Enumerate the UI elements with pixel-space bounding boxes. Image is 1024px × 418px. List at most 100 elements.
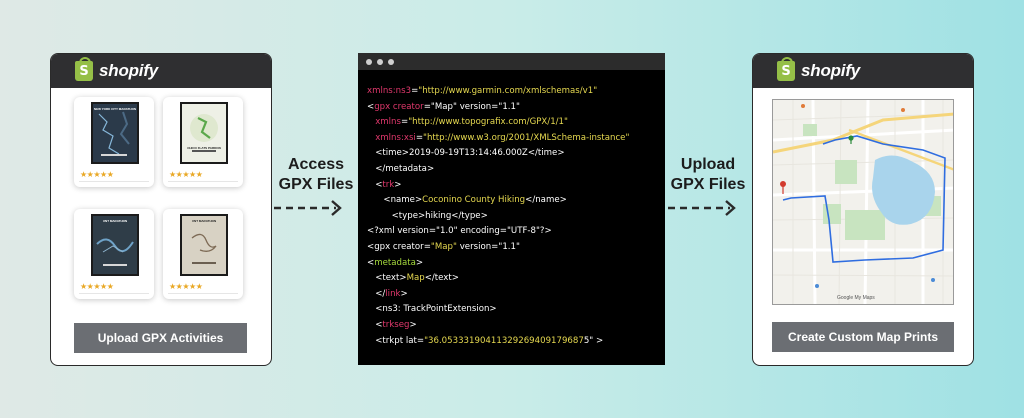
- code-line: <metadata>: [367, 256, 665, 272]
- code-line: <gpx creator="Map" version="1.1": [367, 240, 665, 256]
- code-line: xmlns="http://www.topografix.com/GPX/1/1…: [367, 115, 665, 131]
- window-dot-icon: [366, 58, 372, 65]
- code-token: <: [367, 319, 383, 330]
- code-token: "http://www.w3.org/2001/XMLSchema-instan…: [423, 132, 630, 143]
- code-token: 5" >: [583, 335, 604, 346]
- gpx-code-window: xmlns:ns3 = "http://www.garmin.com/xmlsche…: [358, 53, 665, 365]
- map-attribution: Google My Maps: [837, 295, 875, 301]
- poster-title: CHICO FLATS PARDON: [187, 146, 221, 150]
- code-line: <name>Coconino County Hiking</name>: [367, 193, 665, 209]
- divider: [168, 293, 238, 294]
- code-token: "36.05333190411329269409179687: [424, 335, 584, 346]
- poster-title: UNT MARATHON: [102, 219, 128, 223]
- code-token: gpx creator: [374, 101, 424, 112]
- code-token: <: [367, 179, 383, 190]
- code-token: </name>: [525, 195, 567, 206]
- code-line: <gpx creator="Map" version="1.1": [367, 100, 665, 116]
- code-line: <?xml version="1.0" encoding="UTF-8"?>: [367, 224, 665, 240]
- rating-stars: ★★★★★: [80, 282, 114, 291]
- code-line: <time>2019-09-19T13:14:46.000Z</time>: [367, 146, 665, 162]
- create-custom-map-prints-button[interactable]: Create Custom Map Prints: [772, 322, 954, 352]
- code-line: </link>: [367, 287, 665, 303]
- code-token: <?xml version="1.0" encoding="UTF-8"?>: [367, 226, 552, 237]
- poster-image: UNT MARATHON: [91, 214, 139, 276]
- code-token: >: [394, 179, 402, 190]
- card-header: S shopify: [51, 54, 271, 88]
- access-gpx-label: Access GPX Files: [266, 155, 366, 195]
- code-token: >: [400, 288, 408, 299]
- code-token: >: [415, 257, 424, 268]
- code-token: version="1.1": [456, 241, 520, 252]
- poster-title: UNT MARATHON: [191, 219, 217, 223]
- code-token: >: [409, 319, 417, 330]
- dashed-arrow-icon: [668, 200, 736, 216]
- code-token: <type>hiking</type>: [367, 210, 488, 221]
- code-token: metadata: [374, 257, 416, 268]
- code-line: xmlns:xsi="http://www.w3.org/2001/XMLSch…: [367, 131, 665, 147]
- rating-stars: ★★★★★: [169, 282, 203, 291]
- code-token: ="Map" version="1.1": [423, 101, 520, 112]
- window-titlebar: [358, 53, 665, 70]
- poster-image: NEW YORK CITY MARATHON: [91, 102, 139, 164]
- shopify-bag-icon: S: [777, 57, 795, 81]
- upload-gpx-activities-button[interactable]: Upload GPX Activities: [74, 323, 247, 353]
- shopify-wordmark: shopify: [801, 61, 861, 80]
- code-token: =: [415, 132, 424, 143]
- poster-image: CHICO FLATS PARDON: [180, 102, 228, 164]
- code-token: trkseg: [382, 319, 410, 330]
- divider: [168, 181, 238, 182]
- code-token: Coconino County Hiking: [422, 195, 526, 206]
- product-card[interactable]: UNT MARATHON ★★★★★: [74, 209, 154, 299]
- dashed-arrow-icon: [274, 200, 342, 216]
- rating-stars: ★★★★★: [80, 170, 114, 179]
- code-token: "http://www.topografix.com/GPX/1/1": [408, 117, 568, 128]
- arrow-label-line: GPX Files: [278, 176, 354, 193]
- rating-stars: ★★★★★: [169, 170, 203, 179]
- code-line: xmlns:ns3="http://www.garmin.com/xmlsche…: [367, 84, 665, 100]
- upload-gpx-label: Upload GPX Files: [658, 155, 758, 195]
- product-card[interactable]: CHICO FLATS PARDON ★★★★★: [163, 97, 243, 187]
- poster-image: UNT MARATHON: [180, 214, 228, 276]
- divider: [79, 181, 149, 182]
- code-token: "http://www.garmin.com/xmlschemas/v1": [418, 86, 598, 96]
- code-token: <gpx creator=: [367, 241, 431, 252]
- code-token: <name>: [367, 195, 423, 206]
- code-line: </metadata>: [367, 162, 665, 178]
- route-map[interactable]: Google My Maps: [772, 99, 954, 305]
- code-line: <trkseg>: [367, 318, 665, 334]
- code-token: <ns3: TrackPointExtension>: [367, 304, 497, 315]
- code-token: <time>2019-09-19T13:14:46.000Z</time>: [367, 148, 565, 159]
- code-token: "Map": [430, 241, 457, 252]
- code-token: xmlns:xsi: [375, 132, 416, 143]
- code-line: <text>Map</text>: [367, 271, 665, 287]
- shopify-bag-icon: S: [75, 57, 93, 81]
- code-token: </text>: [424, 273, 459, 284]
- shopify-wordmark: shopify: [99, 61, 159, 80]
- code-token: <text>: [367, 273, 407, 284]
- code-body: xmlns:ns3 = "http://www.garmin.com/xmlsche…: [358, 70, 665, 349]
- code-token: <trkpt lat=: [367, 335, 425, 346]
- code-line: <ns3: TrackPointExtension>: [367, 302, 665, 318]
- code-token: trk: [382, 179, 395, 190]
- product-card[interactable]: NEW YORK CITY MARATHON ★★★★★: [74, 97, 154, 187]
- poster-title: NEW YORK CITY MARATHON: [93, 107, 137, 111]
- divider: [79, 293, 149, 294]
- product-card[interactable]: UNT MARATHON ★★★★★: [163, 209, 243, 299]
- card-header: S shopify: [753, 54, 973, 88]
- code-token: </metadata>: [367, 163, 435, 174]
- window-dot-icon: [377, 58, 383, 65]
- code-token: Map: [406, 273, 425, 284]
- arrow-label-line: Access: [287, 156, 345, 173]
- arrow-label-line: GPX Files: [670, 176, 746, 193]
- arrow-label-line: Upload: [680, 156, 736, 173]
- code-token: link: [385, 288, 401, 299]
- code-line: <trkpt lat="36.0533319041132926940917968…: [367, 334, 665, 350]
- code-line: <type>hiking</type>: [367, 209, 665, 225]
- code-token: </: [367, 288, 386, 299]
- window-dot-icon: [388, 58, 394, 65]
- code-token: xmlns: [375, 117, 401, 128]
- code-line: <trk>: [367, 178, 665, 194]
- code-token: xmlns:ns3: [367, 86, 412, 96]
